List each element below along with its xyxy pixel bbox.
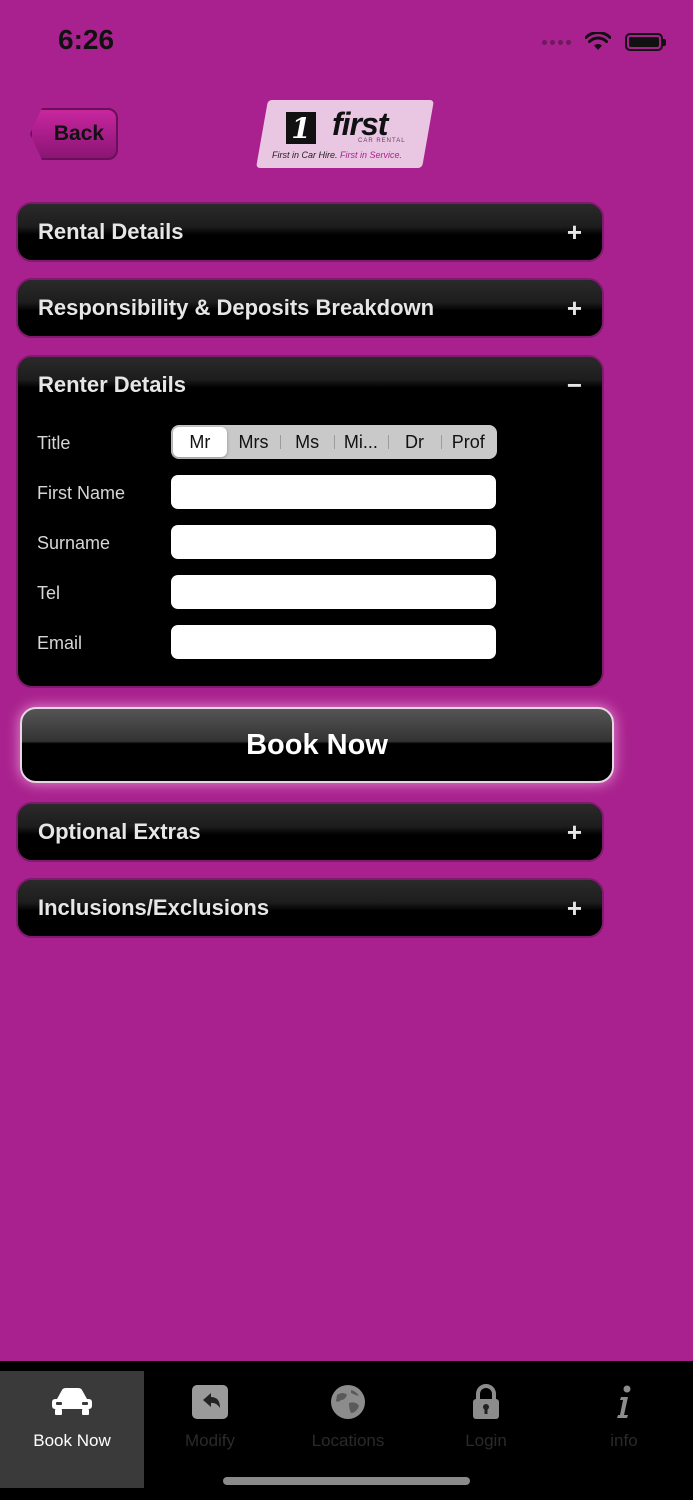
responsibility-title: Responsibility & Deposits Breakdown: [38, 295, 435, 320]
status-time: 6:26: [58, 24, 115, 55]
logo-sub: CAR RENTAL: [358, 138, 406, 144]
email-row: Email: [18, 619, 602, 669]
title-segmented-control[interactable]: Mr Mrs Ms Mi... Dr Prof: [171, 425, 497, 459]
undo-icon: [192, 1385, 228, 1419]
title-row: Title Mr Mrs Ms Mi... Dr Prof: [18, 419, 602, 469]
expand-icon[interactable]: +: [567, 219, 582, 245]
first-name-row: First Name: [18, 469, 602, 519]
tel-row: Tel: [18, 569, 602, 619]
status-icons: [542, 30, 666, 54]
tab-label: info: [610, 1431, 638, 1450]
lock-icon: [473, 1384, 499, 1419]
tab-locations[interactable]: Locations: [276, 1371, 420, 1488]
back-button[interactable]: Back: [30, 108, 118, 160]
rental-details-title: Rental Details: [38, 219, 184, 244]
renter-details-header[interactable]: Renter Details −: [18, 357, 602, 413]
inclusions-panel[interactable]: Inclusions/Exclusions +: [16, 878, 604, 938]
first-name-field[interactable]: [171, 475, 496, 509]
tab-book-now[interactable]: Book Now: [0, 1371, 144, 1488]
tel-field[interactable]: [171, 575, 496, 609]
title-option[interactable]: Mi...: [334, 427, 388, 457]
expand-icon[interactable]: +: [567, 819, 582, 845]
cellular-signal-icon: [542, 39, 571, 45]
tab-label: Login: [465, 1431, 507, 1450]
surname-row: Surname: [18, 519, 602, 569]
tab-info[interactable]: info: [552, 1371, 693, 1488]
tab-login[interactable]: Login: [414, 1371, 558, 1488]
responsibility-header[interactable]: Responsibility & Deposits Breakdown +: [18, 280, 602, 336]
expand-icon[interactable]: +: [567, 895, 582, 921]
email-field[interactable]: [171, 625, 496, 659]
tab-label: Book Now: [33, 1431, 111, 1450]
wifi-icon: [585, 32, 611, 50]
battery-icon: [625, 33, 666, 51]
optional-extras-panel[interactable]: Optional Extras +: [16, 802, 604, 862]
title-option[interactable]: Dr: [387, 427, 442, 457]
tab-label: Locations: [311, 1431, 385, 1450]
inclusions-title: Inclusions/Exclusions: [38, 895, 270, 920]
logo-tagline: First in Car Hire. First in Service.: [272, 150, 403, 160]
tel-label: Tel: [37, 583, 61, 603]
renter-details-title: Renter Details: [38, 372, 186, 397]
responsibility-panel[interactable]: Responsibility & Deposits Breakdown +: [16, 278, 604, 338]
title-option[interactable]: Mr: [173, 427, 227, 457]
title-option[interactable]: Mrs: [227, 427, 281, 457]
surname-field[interactable]: [171, 525, 496, 559]
rental-details-header[interactable]: Rental Details +: [18, 204, 602, 260]
inclusions-header[interactable]: Inclusions/Exclusions +: [18, 880, 602, 936]
expand-icon[interactable]: +: [567, 295, 582, 321]
email-label: Email: [37, 633, 83, 653]
title-option[interactable]: Ms: [280, 427, 334, 457]
optional-extras-header[interactable]: Optional Extras +: [18, 804, 602, 860]
title-label: Title: [37, 433, 71, 453]
logo-numeral: 1: [286, 112, 316, 145]
optional-extras-title: Optional Extras: [38, 819, 201, 844]
title-option[interactable]: Prof: [441, 427, 495, 457]
globe-icon: [331, 1385, 365, 1419]
car-icon: [52, 1388, 92, 1415]
book-now-button[interactable]: Book Now: [20, 707, 614, 783]
company-logo: 1 first CAR RENTAL First in Car Hire. Fi…: [256, 100, 434, 168]
first-name-label: First Name: [37, 483, 126, 503]
tab-label: Modify: [184, 1431, 236, 1450]
renter-details-panel: Renter Details − Title Mr Mrs Ms Mi... Dr Pro…: [16, 355, 604, 688]
rental-details-panel[interactable]: Rental Details +: [16, 202, 604, 262]
tab-modify[interactable]: Modify: [138, 1371, 282, 1488]
collapse-icon[interactable]: −: [567, 372, 582, 398]
surname-label: Surname: [37, 533, 111, 553]
info-icon: [617, 1385, 631, 1418]
home-indicator[interactable]: [223, 1477, 470, 1485]
